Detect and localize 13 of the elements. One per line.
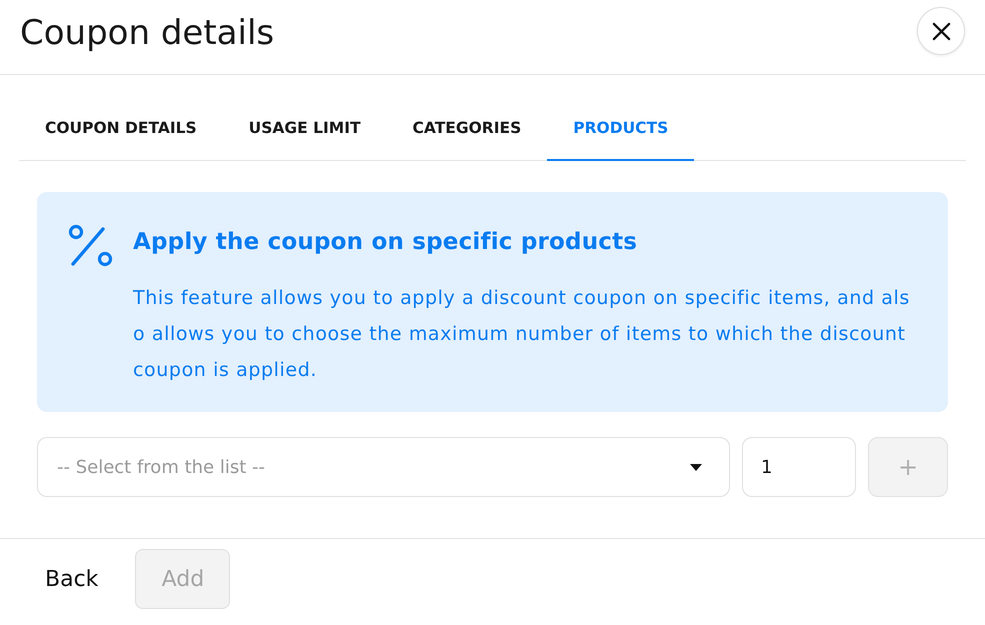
close-button[interactable]: [917, 7, 965, 55]
info-description: This feature allows you to apply a discount coupon on specific items, and also allows you to choose the maximum number of items to which the discount coupon is applied.: [133, 286, 911, 383]
tab[interactable]: PRODUCTS: [547, 95, 694, 161]
close-icon: [932, 22, 950, 40]
back-button[interactable]: Back: [26, 549, 118, 609]
quantity-input[interactable]: 1: [742, 437, 856, 497]
info-heading: Apply the coupon on specific products: [133, 228, 638, 257]
tab[interactable]: COUPON DETAILS: [19, 95, 223, 161]
dialog-title: Coupon details: [20, 13, 274, 53]
percent-icon: [68, 224, 114, 268]
caret-icon: [690, 464, 702, 470]
tab[interactable]: CATEGORIES: [386, 95, 548, 161]
tab[interactable]: USAGE LIMIT: [222, 95, 387, 161]
